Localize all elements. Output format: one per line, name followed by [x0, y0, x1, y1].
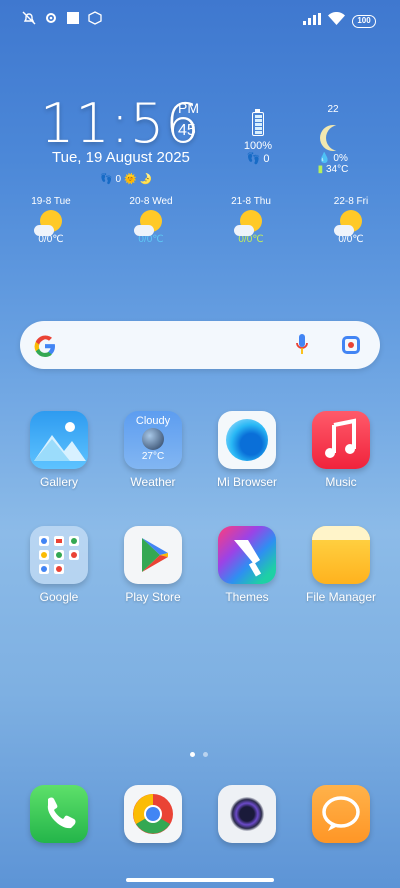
- square-icon: [66, 11, 80, 25]
- clock-ampm: PM: [178, 100, 199, 116]
- forecast-day[interactable]: 19-8 Tue 0/0℃: [16, 196, 86, 245]
- page-dot[interactable]: [203, 752, 208, 757]
- app-weather[interactable]: Cloudy 27°C Weather: [108, 411, 198, 489]
- moon-value: 22: [327, 104, 339, 115]
- moon-humidity: 0%: [333, 153, 348, 164]
- signal-icon: [303, 12, 321, 30]
- notification-badge-icon: [88, 11, 102, 25]
- footsteps-icon: 👣: [100, 174, 113, 185]
- partly-cloudy-icon: [234, 210, 262, 236]
- google-folder-icon: [30, 526, 88, 584]
- google-lens-icon[interactable]: [342, 336, 360, 354]
- microphone-icon[interactable]: [295, 333, 309, 357]
- forecast-range: 0/0℃: [138, 234, 164, 245]
- battery-steps: 0: [263, 153, 270, 165]
- globe-icon: [142, 428, 164, 450]
- battery-percent: 100%: [243, 140, 273, 152]
- chrome-icon: [124, 785, 182, 843]
- forecast-day[interactable]: 20-8 Wed 0/0℃: [116, 196, 186, 245]
- app-label: Play Store: [125, 590, 181, 604]
- app-music[interactable]: Music: [296, 411, 386, 489]
- footsteps-icon: 👣: [246, 153, 261, 165]
- forecast-day-label: 20-8 Wed: [129, 196, 173, 207]
- forecast-day-label: 19-8 Tue: [31, 196, 71, 207]
- app-label: Gallery: [39, 475, 78, 489]
- app-themes[interactable]: Themes: [202, 526, 292, 604]
- file-manager-icon: [312, 526, 370, 584]
- weather-icon-temp: 27°C: [141, 451, 165, 462]
- weather-icon: Cloudy 27°C: [124, 411, 182, 469]
- forecast-range: 0/0℃: [238, 234, 264, 245]
- page-dot-active[interactable]: [190, 752, 195, 757]
- app-label: Themes: [225, 590, 269, 604]
- google-logo-icon: [32, 333, 58, 364]
- partly-cloudy-icon: [34, 210, 62, 236]
- home-indicator[interactable]: [126, 878, 274, 882]
- battery-indicator: 100: [352, 14, 376, 28]
- moon-humidity-row: 💧 0%: [310, 153, 356, 164]
- forecast-day[interactable]: 22-8 Fri 0/0℃: [316, 196, 386, 245]
- app-gallery[interactable]: Gallery: [14, 411, 104, 489]
- wifi-icon: [328, 11, 345, 30]
- camera-icon: [218, 785, 276, 843]
- battery-steps-row: 👣 0: [238, 152, 278, 165]
- app-label: Mi Browser: [216, 475, 277, 489]
- themes-icon: [218, 526, 276, 584]
- dock-messages[interactable]: [296, 785, 386, 843]
- moon-widget[interactable]: 22 💧 0% ▮ 34°C: [310, 104, 356, 175]
- dock-chrome[interactable]: [108, 785, 198, 843]
- clock-date[interactable]: Tue, 19 August 2025: [52, 149, 190, 166]
- browser-icon: [218, 411, 276, 469]
- play-store-icon: [124, 526, 182, 584]
- bell-off-icon: [22, 11, 36, 25]
- gear-icon: [44, 11, 58, 25]
- app-play-store[interactable]: Play Store: [108, 526, 198, 604]
- dock-phone[interactable]: [14, 785, 104, 843]
- status-bar: 100: [0, 0, 400, 40]
- app-mi-browser[interactable]: Mi Browser: [202, 411, 292, 489]
- clock-mini-row: 👣 0 🌞 🌛: [100, 174, 152, 185]
- app-label: File Manager: [305, 590, 377, 604]
- forecast-range: 0/0℃: [338, 234, 364, 245]
- sun-icon: 🌞: [124, 174, 137, 185]
- app-label: Weather: [130, 475, 176, 489]
- battery-widget[interactable]: 100% 👣 0: [238, 109, 278, 165]
- partly-cloudy-icon: [134, 210, 162, 236]
- crescent-moon-icon: [326, 125, 352, 151]
- moon-temp-row: ▮ 34°C: [310, 164, 356, 175]
- app-file-manager[interactable]: File Manager: [296, 526, 386, 604]
- google-search-bar[interactable]: [20, 321, 380, 369]
- moon-temperature: 34°C: [325, 164, 349, 175]
- music-icon: [312, 411, 370, 469]
- phone-icon: [30, 785, 88, 843]
- battery-icon: [252, 109, 264, 136]
- messages-icon: [312, 785, 370, 843]
- forecast-range: 0/0℃: [38, 234, 64, 245]
- clock-seconds: 45: [178, 122, 196, 139]
- weather-icon-condition: Cloudy: [135, 415, 171, 427]
- clock-steps: 0: [115, 174, 122, 185]
- moon-icon: 🌛: [139, 174, 152, 185]
- water-drop-icon: 💧: [318, 153, 331, 164]
- app-label: Google: [39, 590, 79, 604]
- forecast-day-label: 21-8 Thu: [231, 196, 271, 207]
- partly-cloudy-icon: [334, 210, 362, 236]
- battery-small-icon: ▮: [317, 164, 324, 175]
- dock-camera[interactable]: [202, 785, 292, 843]
- app-google-folder[interactable]: Google: [14, 526, 104, 604]
- forecast-day[interactable]: 21-8 Thu 0/0℃: [216, 196, 286, 245]
- forecast-day-label: 22-8 Fri: [333, 196, 369, 207]
- page-indicator[interactable]: [190, 752, 208, 757]
- gallery-icon: [30, 411, 88, 469]
- app-label: Music: [325, 475, 357, 489]
- clock-time[interactable]: 11:56: [40, 92, 201, 155]
